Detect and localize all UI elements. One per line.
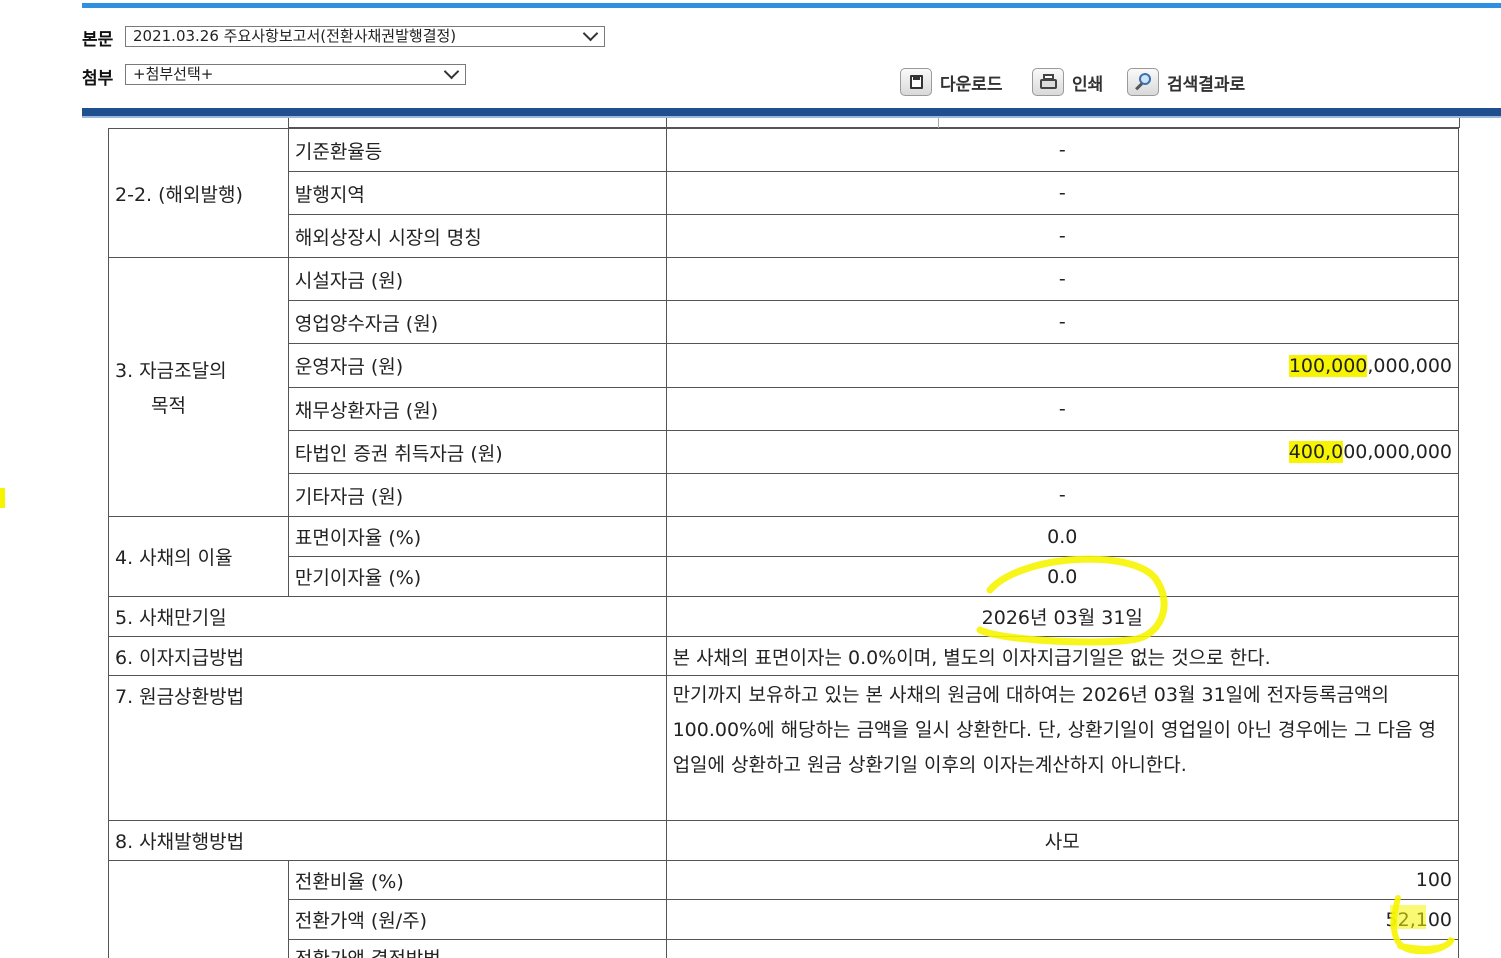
section-label-interest: 4. 사채의 이율 (108, 516, 289, 597)
row-label: 전환비율 (%) (287, 860, 667, 900)
row-value: 100 (665, 860, 1460, 900)
table-row: 전환비율 (%) 100 (108, 860, 1460, 958)
row-value: - (665, 128, 1460, 172)
table-row: 8. 사채발행방법 사모 (108, 820, 1460, 861)
table-row: 운영자금 (원) 100,000,000,000 (109, 343, 1460, 388)
row-label: 만기이자율 (%) (287, 556, 667, 597)
table-row: 만기이자율 (%) 0.0 (109, 556, 1460, 597)
bottom-accent-stripe (82, 108, 1501, 116)
table-row: 해외상장시 시장의 명칭 - (109, 214, 1460, 258)
section-label-funding: 3. 자금조달의 목적 (108, 257, 289, 517)
disclosure-table: 2-2. (해외발행) 기준환율등 - 발행지역 - 해외상장시 시장의 명칭 … (108, 128, 1460, 958)
row-value: - (665, 171, 1460, 215)
row-label: 시설자금 (원) (287, 257, 667, 301)
row-label: 7. 원금상환방법 (108, 675, 667, 821)
row-value: - (665, 300, 1460, 344)
row-value: 만기까지 보유하고 있는 본 사채의 원금에 대하여는 2026년 03월 31… (665, 675, 1460, 821)
row-value: - (665, 473, 1460, 517)
row-label: 전환가액 결정방법 (287, 939, 667, 958)
row-label: 5. 사채만기일 (108, 596, 667, 637)
body-document-select-value: 2021.03.26 주요사항보고서(전환사채권발행결정) (133, 27, 457, 45)
table-row: 발행지역 - (109, 171, 1460, 215)
table-row: 타법인 증권 취득자금 (원) 400,000,000,000 (109, 430, 1460, 474)
row-label: 표면이자율 (%) (287, 516, 667, 557)
section-label-overseas: 2-2. (해외발행) (108, 128, 289, 258)
row-value: 0.0 (665, 556, 1460, 597)
table-row: 영업양수자금 (원) - (109, 300, 1460, 344)
body-label: 본문 (82, 30, 114, 50)
download-button-label: 다운로드 (940, 74, 1003, 95)
row-value: 0.0 (665, 516, 1460, 557)
table-row-fragment (288, 118, 1460, 128)
table-row: 7. 원금상환방법 만기까지 보유하고 있는 본 사채의 원금에 대하여는 20… (108, 675, 1460, 821)
row-value: 400,000,000,000 (665, 430, 1460, 474)
table-row: 채무상환자금 (원) - (109, 387, 1460, 431)
table-row: 6. 이자지급방법 본 사채의 표면이자는 0.0%이며, 별도의 이자지급기일… (108, 636, 1460, 676)
section-text: 2-2. (해외발행) (115, 183, 243, 206)
table-row: 5. 사채만기일 2026년 03월 31일 (108, 596, 1460, 637)
row-label: 영업양수자금 (원) (287, 300, 667, 344)
row-value: 52,100 (665, 899, 1460, 940)
table-row: 3. 자금조달의 목적 시설자금 (원) - (108, 257, 1460, 517)
row-label: 기준환율등 (287, 128, 667, 172)
row-value: 본 사채의 표면이자는 0.0%이며, 별도의 이자지급기일은 없는 것으로 한… (665, 636, 1460, 676)
table-row: 기타자금 (원) - (109, 473, 1460, 517)
section-text: 목적 (151, 395, 186, 417)
row-value (665, 939, 1460, 958)
row-label: 6. 이자지급방법 (108, 636, 667, 676)
row-value: 100,000,000,000 (665, 343, 1460, 388)
chevron-down-icon (443, 63, 460, 80)
attachment-select[interactable]: +첨부선택+ (125, 63, 466, 85)
row-label: 전환가액 (원/주) (287, 899, 667, 940)
viewer-toolbar: 본문 2021.03.26 주요사항보고서(전환사채권발행결정) 첨부 +첨부선… (82, 0, 1501, 118)
chevron-down-icon (582, 25, 599, 42)
print-button-label: 인쇄 (1072, 74, 1104, 95)
printer-icon (1032, 68, 1064, 96)
attachment-select-value: +첨부선택+ (133, 65, 214, 83)
value-text: 00,000,000 (1343, 441, 1452, 463)
highlighted-text: 400,0 (1288, 441, 1344, 463)
row-value: 2026년 03월 31일 (665, 596, 1460, 637)
highlight-mark (0, 488, 5, 508)
magnifier-icon (1127, 68, 1159, 96)
row-value: 사모 (665, 820, 1460, 861)
table-row: 2-2. (해외발행) 기준환율등 - (108, 128, 1460, 258)
row-label: 운영자금 (원) (287, 343, 667, 388)
row-label: 해외상장시 시장의 명칭 (287, 214, 667, 258)
table-row: 4. 사채의 이율 표면이자율 (%) 0.0 (108, 516, 1460, 597)
top-accent-stripe (82, 3, 1501, 8)
row-label: 기타자금 (원) (287, 473, 667, 517)
value-text: ,000,000 (1367, 354, 1452, 377)
search-result-button-label: 검색결과로 (1167, 74, 1246, 95)
highlighted-text: 100,000 (1288, 354, 1368, 377)
table-row: 전환가액 결정방법 (109, 939, 1460, 958)
section-label-conversion (108, 860, 289, 958)
row-label: 발행지역 (287, 171, 667, 215)
row-label: 8. 사채발행방법 (108, 820, 667, 861)
attach-label: 첨부 (82, 69, 114, 89)
row-value: - (665, 257, 1460, 301)
row-value: - (665, 387, 1460, 431)
download-button[interactable]: 다운로드 (900, 66, 1003, 98)
section-text: 3. 자금조달의 (115, 360, 227, 382)
document-body: 2-2. (해외발행) 기준환율등 - 발행지역 - 해외상장시 시장의 명칭 … (108, 118, 1461, 958)
search-result-button[interactable]: 검색결과로 (1127, 66, 1245, 98)
row-value: - (665, 214, 1460, 258)
table-row: 전환가액 (원/주) 52,100 (109, 899, 1460, 940)
body-document-select[interactable]: 2021.03.26 주요사항보고서(전환사채권발행결정) (125, 25, 605, 47)
row-label: 채무상환자금 (원) (287, 387, 667, 431)
save-icon (900, 68, 932, 96)
row-label: 타법인 증권 취득자금 (원) (287, 430, 667, 474)
print-button[interactable]: 인쇄 (1032, 66, 1103, 98)
